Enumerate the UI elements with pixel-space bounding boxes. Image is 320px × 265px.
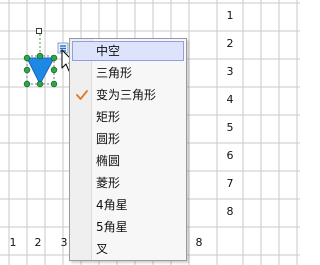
menu-item-4-point-star[interactable]: 4角星 xyxy=(72,195,184,215)
column-number: 1 xyxy=(9,236,17,249)
menu-item-label: 菱形 xyxy=(96,176,121,190)
row-number: 2 xyxy=(226,37,234,50)
menu-item-triangle[interactable]: 三角形 xyxy=(72,63,184,83)
context-menu: 中空 三角形 变为三角形 矩形 圆形 椭圆 菱形 4角星 5角星 叉 xyxy=(69,38,187,261)
row-number: 8 xyxy=(226,205,234,218)
row-number: 5 xyxy=(226,121,234,134)
menu-item-label: 4角星 xyxy=(96,198,128,212)
menu-item-label: 中空 xyxy=(96,44,121,58)
menu-item-label: 矩形 xyxy=(96,110,121,124)
row-number: 4 xyxy=(226,93,234,106)
row-number: 3 xyxy=(226,65,234,78)
resize-handle-bottom-right[interactable] xyxy=(50,80,58,88)
menu-item-hollow[interactable]: 中空 xyxy=(72,41,184,61)
row-number: 6 xyxy=(226,149,234,162)
menu-item-change-to-triangle[interactable]: 变为三角形 xyxy=(72,85,184,105)
check-icon xyxy=(76,90,88,100)
triangle-shape[interactable] xyxy=(26,57,55,86)
menu-item-label: 椭圆 xyxy=(96,154,121,168)
menu-item-label: 5角星 xyxy=(96,220,128,234)
menu-item-ellipse[interactable]: 椭圆 xyxy=(72,151,184,171)
menu-item-circle[interactable]: 圆形 xyxy=(72,129,184,149)
menu-item-rectangle[interactable]: 矩形 xyxy=(72,107,184,127)
menu-item-diamond[interactable]: 菱形 xyxy=(72,173,184,193)
menu-item-5-point-star[interactable]: 5角星 xyxy=(72,217,184,237)
resize-handle-top-center[interactable] xyxy=(36,52,44,60)
resize-handle-bottom-center[interactable] xyxy=(36,80,44,88)
resize-handle-middle-left[interactable] xyxy=(23,66,31,74)
row-number: 1 xyxy=(226,9,234,22)
resize-handle-top-right[interactable] xyxy=(50,54,58,62)
menu-item-label: 圆形 xyxy=(96,132,121,146)
menu-item-cross[interactable]: 叉 xyxy=(72,239,184,259)
menu-item-label: 三角形 xyxy=(96,66,133,80)
row-number: 7 xyxy=(226,177,234,190)
column-number: 2 xyxy=(34,236,42,249)
resize-handle-top-left[interactable] xyxy=(23,54,31,62)
resize-handle-bottom-left[interactable] xyxy=(23,80,31,88)
menu-item-label: 变为三角形 xyxy=(96,88,157,102)
menu-item-label: 叉 xyxy=(96,242,109,256)
resize-handle-middle-right[interactable] xyxy=(50,66,58,74)
rotation-handle[interactable] xyxy=(36,28,42,34)
column-number: 8 xyxy=(195,236,203,249)
